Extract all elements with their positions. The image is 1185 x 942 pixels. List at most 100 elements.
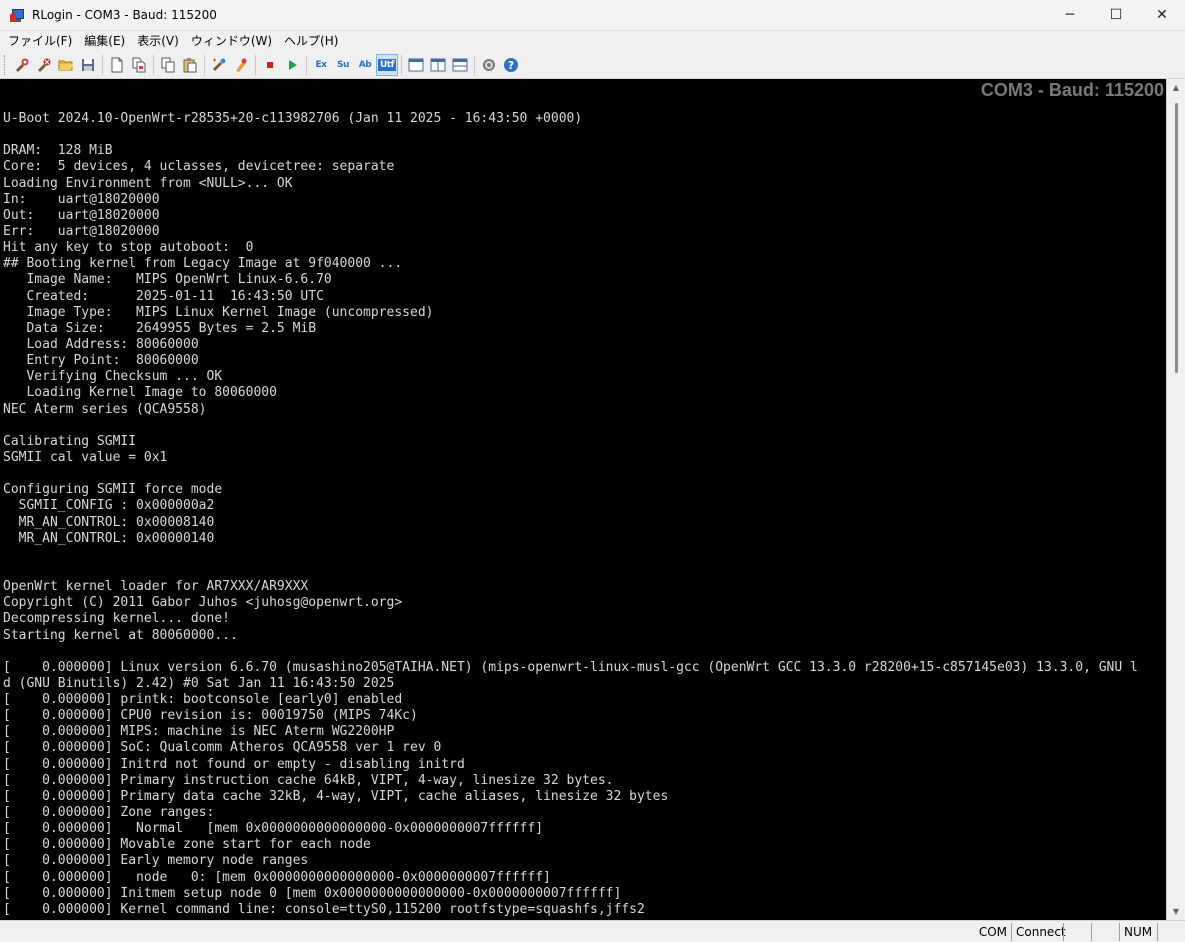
terminal-line: Load Address: 80060000 xyxy=(3,336,199,352)
rlogin-app-icon[interactable] xyxy=(10,7,26,23)
terminal-line: [ 0.000000] Normal [mem 0x00000000000000… xyxy=(3,821,544,837)
terminal-line: [ 0.000000] Movable zone start for each … xyxy=(3,837,371,853)
terminal-line: Out: uart@18020000 xyxy=(3,207,160,223)
terminal-line: MR_AN_CONTROL: 0x00000140 xyxy=(3,530,215,546)
terminal-line: ## Booting kernel from Legacy Image at 9… xyxy=(3,256,403,272)
scroll-up-arrow-icon[interactable]: ▲ xyxy=(1167,79,1185,96)
stop-icon[interactable] xyxy=(259,54,281,76)
window-title: RLogin - COM3 - Baud: 115200 xyxy=(32,8,217,22)
play-icon[interactable] xyxy=(281,54,303,76)
status-bar: COM Connect NUM xyxy=(0,920,1185,942)
terminal-line: Starting kernel at 80060000... xyxy=(3,627,238,643)
terminal-line: SGMII cal value = 0x1 xyxy=(3,449,168,465)
layout-1-icon[interactable] xyxy=(405,54,427,76)
utf-label: Utf xyxy=(377,58,397,71)
save-icon[interactable] xyxy=(77,54,99,76)
terminal-line: In: uart@18020000 xyxy=(3,191,160,207)
toolbar-separator xyxy=(401,54,402,75)
font-ab-label: Ab xyxy=(358,59,372,70)
terminal-line: Image Type: MIPS Linux Kernel Image (unc… xyxy=(3,304,434,320)
terminal-line: SGMII_CONFIG : 0x000000a2 xyxy=(3,498,215,514)
script-icon[interactable] xyxy=(208,54,230,76)
toolbar: Ex Su Ab Utf ? xyxy=(0,51,1185,79)
maximize-button[interactable]: ☐ xyxy=(1093,0,1139,31)
terminal-line: Created: 2025-01-11 16:43:50 UTC xyxy=(3,288,324,304)
terminal-line: Configuring SGMII force mode xyxy=(3,482,223,498)
new-document-icon[interactable] xyxy=(106,54,128,76)
terminal-line: [ 0.000000] Primary instruction cache 64… xyxy=(3,772,614,788)
layout-3-icon[interactable] xyxy=(449,54,471,76)
terminal-line: OpenWrt kernel loader for AR7XXX/AR9XXX xyxy=(3,579,309,595)
menu-bar: ファイル(F) 編集(E) 表示(V) ウィンドウ(W) ヘルプ(H) xyxy=(0,31,1185,51)
clear-icon[interactable] xyxy=(230,54,252,76)
terminal-line: [ 0.000000] Zone ranges: xyxy=(3,805,215,821)
terminal-line: MR_AN_CONTROL: 0x00008140 xyxy=(3,514,215,530)
terminal-line: Err: uart@18020000 xyxy=(3,223,160,239)
terminal-line: d (GNU Binutils) 2.42) #0 Sat Jan 11 16:… xyxy=(3,675,395,691)
terminal-line: [ 0.000000] printk: bootconsole [early0]… xyxy=(3,692,403,708)
layout-2-icon[interactable] xyxy=(427,54,449,76)
terminal-line: Loading Kernel Image to 80060000 xyxy=(3,385,277,401)
title-bar: RLogin - COM3 - Baud: 115200 ─ ☐ ✕ xyxy=(0,0,1185,31)
minimize-button[interactable]: ─ xyxy=(1047,0,1093,31)
vertical-scrollbar[interactable]: ▲ ▼ xyxy=(1166,79,1185,920)
menu-help[interactable]: ヘルプ(H) xyxy=(278,31,344,51)
toolbar-separator xyxy=(204,54,205,75)
terminal-line: [ 0.000000] CPU0 revision is: 00019750 (… xyxy=(3,708,418,724)
close-button[interactable]: ✕ xyxy=(1139,0,1185,31)
font-ex-label: Ex xyxy=(315,59,327,70)
terminal-line: [ 0.000000] Initmem setup node 0 [mem 0x… xyxy=(3,885,622,901)
terminal-line: [ 0.000000] Primary data cache 32kB, 4-w… xyxy=(3,788,669,804)
settings-icon[interactable] xyxy=(478,54,500,76)
terminal-line: [ 0.000000] Linux version 6.6.70 (musash… xyxy=(3,659,1138,675)
terminal-line: Core: 5 devices, 4 uclasses, devicetree:… xyxy=(3,159,395,175)
new-connection-icon[interactable] xyxy=(11,54,33,76)
terminal-line: Verifying Checksum ... OK xyxy=(3,369,223,385)
terminal-line: Calibrating SGMII xyxy=(3,433,137,449)
terminal-line: Image Name: MIPS OpenWrt Linux-6.6.70 xyxy=(3,272,332,288)
utf-icon[interactable]: Utf xyxy=(376,53,398,76)
menu-file[interactable]: ファイル(F) xyxy=(2,31,78,51)
menu-edit[interactable]: 編集(E) xyxy=(78,31,131,51)
help-icon[interactable]: ? xyxy=(500,54,522,76)
font-ex-icon[interactable]: Ex xyxy=(310,54,332,76)
terminal-line: U-Boot 2024.10-OpenWrt-r28535+20-c113982… xyxy=(3,111,583,126)
terminal-line: [ 0.000000] MIPS: machine is NEC Aterm W… xyxy=(3,724,395,740)
status-pane-empty xyxy=(1157,922,1185,941)
disconnect-icon[interactable] xyxy=(33,54,55,76)
status-pane-empty xyxy=(1091,922,1119,941)
scroll-thumb[interactable] xyxy=(1175,103,1178,373)
terminal-line: NEC Aterm series (QCA9558) xyxy=(3,401,207,417)
toolbar-separator xyxy=(255,54,256,75)
font-su-icon[interactable]: Su xyxy=(332,54,354,76)
terminal-line: [ 0.000000] SoC: Qualcomm Atheros QCA955… xyxy=(3,740,442,756)
menu-window[interactable]: ウィンドウ(W) xyxy=(185,31,278,51)
connection-banner: COM3 - Baud: 115200 xyxy=(980,80,1164,100)
terminal-line: [ 0.000000] Initrd not found or empty - … xyxy=(3,756,465,772)
menu-view[interactable]: 表示(V) xyxy=(131,31,185,51)
terminal-line: Loading Environment from <NULL>... OK xyxy=(3,175,293,191)
terminal-view[interactable]: COM3 - Baud: 115200 U-Boot 2024.10-OpenW… xyxy=(0,79,1166,920)
svg-text:?: ? xyxy=(508,59,514,72)
scroll-down-arrow-icon[interactable]: ▼ xyxy=(1167,903,1185,920)
toolbar-grip[interactable] xyxy=(4,54,7,75)
font-su-label: Su xyxy=(337,59,349,70)
status-connect: Connect xyxy=(1011,922,1066,941)
terminal-line: [ 0.000000] Early memory node ranges xyxy=(3,853,309,869)
font-ab-icon[interactable]: Ab xyxy=(354,54,376,76)
paste-icon[interactable] xyxy=(179,54,201,76)
open-folder-icon[interactable] xyxy=(55,54,77,76)
terminal-line: Entry Point: 80060000 xyxy=(3,353,199,369)
terminal-line: DRAM: 128 MiB xyxy=(3,143,113,159)
copy-icon[interactable] xyxy=(157,54,179,76)
terminal-line: Data Size: 2649955 Bytes = 2.5 MiB xyxy=(3,320,317,336)
copy-document-icon[interactable] xyxy=(128,54,150,76)
toolbar-separator xyxy=(153,54,154,75)
terminal-output: U-Boot 2024.10-OpenWrt-r28535+20-c113982… xyxy=(3,111,1138,918)
status-com: COM xyxy=(978,924,1007,939)
